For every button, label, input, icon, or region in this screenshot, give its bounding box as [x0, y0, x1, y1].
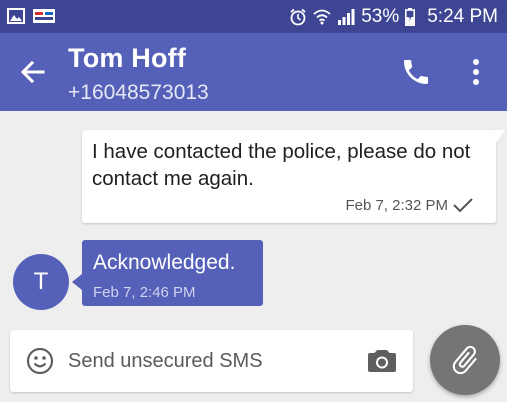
system-status: 53% 5:24 PM — [289, 0, 498, 33]
camera-icon — [368, 350, 396, 372]
incoming-message[interactable]: Acknowledged. Feb 7, 2:46 PM — [72, 240, 263, 306]
card-icon — [33, 8, 55, 24]
emoji-button[interactable] — [26, 347, 54, 375]
signal-icon — [337, 8, 355, 25]
contact-name: Tom Hoff — [68, 43, 187, 73]
message-text: I have contacted the police, please do n… — [92, 140, 471, 190]
message-timestamp: Feb 7, 2:46 PM — [93, 284, 196, 301]
phone-icon — [404, 60, 428, 84]
check-icon — [453, 198, 473, 213]
message-text: Acknowledged. — [93, 251, 236, 274]
call-button[interactable] — [400, 56, 432, 88]
battery-icon — [405, 7, 416, 26]
image-icon — [7, 8, 25, 24]
more-vert-icon — [473, 59, 479, 85]
camera-button[interactable] — [367, 348, 397, 374]
more-options-button[interactable] — [462, 56, 490, 88]
clock: 5:24 PM — [427, 5, 498, 27]
alarm-icon — [289, 8, 307, 26]
back-button[interactable] — [17, 56, 49, 88]
outgoing-message[interactable]: I have contacted the police, please do n… — [82, 130, 505, 223]
notification-icons — [7, 8, 55, 24]
battery-percent: 53% — [361, 5, 400, 27]
back-arrow-icon — [20, 60, 45, 84]
contact-number: +16048573013 — [68, 81, 209, 104]
conversation-header: Tom Hoff +16048573013 — [0, 33, 507, 111]
bubble-tail — [72, 274, 82, 290]
message-input[interactable] — [68, 345, 358, 377]
bubble-tail — [495, 130, 505, 144]
attach-icon — [452, 345, 477, 375]
status-bar: 53% 5:24 PM — [0, 0, 507, 33]
message-timestamp: Feb 7, 2:32 PM — [345, 197, 448, 214]
wifi-icon — [313, 9, 331, 25]
message-composer — [10, 330, 413, 392]
attach-button[interactable] — [430, 325, 500, 395]
contact-avatar[interactable]: T — [13, 254, 69, 310]
emoji-icon — [26, 347, 54, 375]
